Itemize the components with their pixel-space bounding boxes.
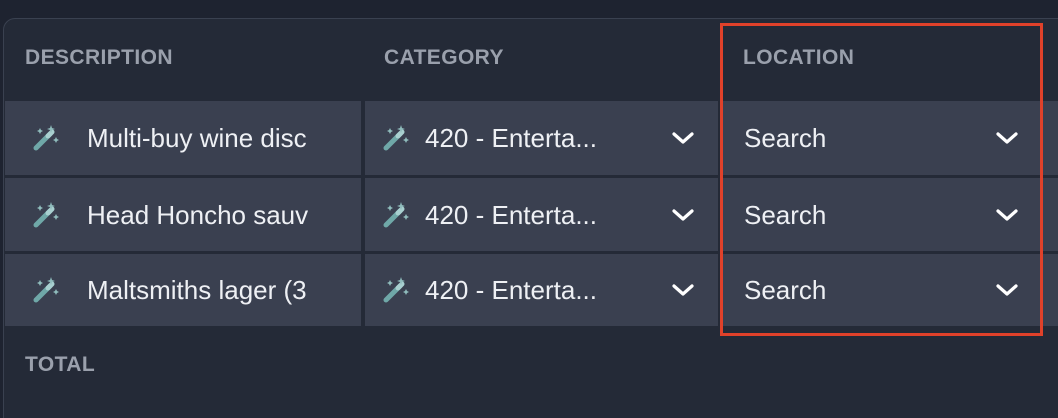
location-search-placeholder: Search xyxy=(744,199,827,230)
magic-wand-icon xyxy=(383,201,409,227)
description-input-row-2[interactable]: Head Honcho sauv xyxy=(5,178,361,251)
location-select-row-3[interactable]: Search xyxy=(722,254,1058,326)
chevron-down-icon[interactable] xyxy=(671,282,695,298)
category-select-row-2[interactable]: 420 - Enterta... xyxy=(365,178,718,251)
chevron-down-icon[interactable] xyxy=(995,130,1019,146)
chevron-down-icon[interactable] xyxy=(995,207,1019,223)
description-text: Maltsmiths lager (3 xyxy=(87,275,307,305)
category-value: 420 - Enterta... xyxy=(425,199,597,230)
description-text: Head Honcho sauv xyxy=(87,199,309,230)
chevron-down-icon[interactable] xyxy=(995,282,1019,298)
column-header-location: LOCATION xyxy=(743,46,855,69)
total-label: TOTAL xyxy=(25,353,96,376)
magic-wand-icon xyxy=(33,201,59,227)
description-input-row-1[interactable]: Multi-buy wine disc xyxy=(5,101,361,175)
magic-wand-icon xyxy=(383,277,409,303)
description-text: Multi-buy wine disc xyxy=(87,123,307,153)
location-select-row-1[interactable]: Search xyxy=(722,101,1058,175)
column-header-description: DESCRIPTION xyxy=(25,46,173,69)
chevron-down-icon[interactable] xyxy=(671,130,695,146)
category-select-row-3[interactable]: 420 - Enterta... xyxy=(365,254,718,326)
category-value: 420 - Enterta... xyxy=(425,123,597,153)
column-header-category: CATEGORY xyxy=(384,46,504,69)
category-value: 420 - Enterta... xyxy=(425,275,597,305)
magic-wand-icon xyxy=(33,277,59,303)
magic-wand-icon xyxy=(33,125,59,151)
category-select-row-1[interactable]: 420 - Enterta... xyxy=(365,101,718,175)
chevron-down-icon[interactable] xyxy=(671,207,695,223)
location-search-placeholder: Search xyxy=(744,275,827,305)
location-search-placeholder: Search xyxy=(744,123,827,153)
location-select-row-2[interactable]: Search xyxy=(722,178,1058,251)
magic-wand-icon xyxy=(383,125,409,151)
description-input-row-3[interactable]: Maltsmiths lager (3 xyxy=(5,254,361,326)
